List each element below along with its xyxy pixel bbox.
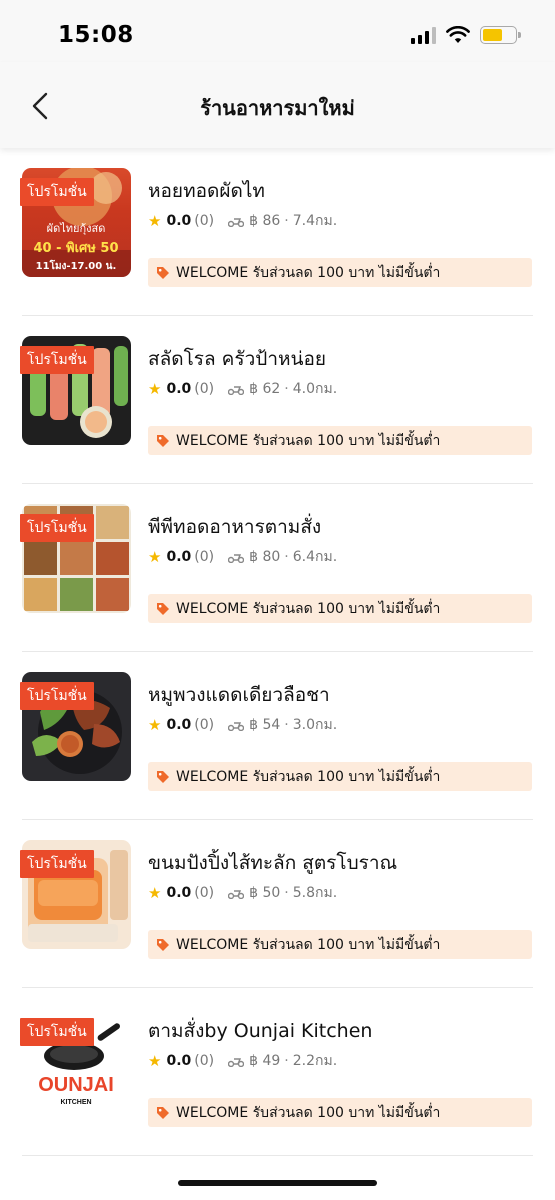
nav-header: ร้านอาหารมาใหม่ xyxy=(0,62,555,148)
star-icon: ★ xyxy=(148,1052,162,1070)
logo-text: OUNJAI xyxy=(38,1074,114,1096)
thumb-line-3: 11โมง-17.00 น. xyxy=(36,259,117,272)
restaurant-name: สลัดโรล ครัวป้าหน่อย xyxy=(148,348,327,370)
status-bar: 15:08 xyxy=(0,0,555,62)
rating: 0.0 xyxy=(166,885,192,901)
rating: 0.0 xyxy=(166,1053,192,1069)
coupon-tag-icon xyxy=(157,1106,169,1119)
delivery-fee: ฿ 86 xyxy=(249,213,281,229)
coupon-banner[interactable]: WELCOME รับส่วนลด 100 บาท ไม่มีขั้นต่ำ xyxy=(148,594,532,623)
distance: 5.8กม. xyxy=(292,885,338,901)
review-count: (0) xyxy=(194,549,215,565)
restaurant-card[interactable]: โปรโมชั่น สลัดโรล ครัวป้าหน่อย ★ 0.0 (0)… xyxy=(0,316,555,484)
delivery-fee: ฿ 49 xyxy=(249,1053,281,1069)
restaurant-card[interactable]: OUNJAI KITCHEN โปรโมชั่น ตามสั่งby Ounja… xyxy=(0,988,555,1156)
review-count: (0) xyxy=(194,717,215,733)
distance: 2.2กม. xyxy=(292,1053,338,1069)
thumb-line-1: ผัดไทยกุ้งสด xyxy=(47,222,106,235)
coupon-banner[interactable]: WELCOME รับส่วนลด 100 บาท ไม่มีขั้นต่ำ xyxy=(148,1098,532,1127)
restaurant-name: ขนมปังปิ้งไส้ทะลัก สูตรโบราณ xyxy=(148,852,398,874)
coupon-tag-icon xyxy=(157,434,169,447)
delivery-motorbike-icon xyxy=(228,1057,245,1067)
restaurant-meta: ★ 0.0 (0) ฿ 86 · 7.4กม. xyxy=(148,212,338,230)
review-count: (0) xyxy=(194,213,215,229)
distance: 7.4กม. xyxy=(292,213,338,229)
coupon-tag-icon xyxy=(157,938,169,951)
coupon-banner[interactable]: WELCOME รับส่วนลด 100 บาท ไม่มีขั้นต่ำ xyxy=(148,258,532,287)
delivery-motorbike-icon xyxy=(228,889,245,899)
review-count: (0) xyxy=(194,381,215,397)
coupon-text: WELCOME รับส่วนลด 100 บาท ไม่มีขั้นต่ำ xyxy=(176,264,441,281)
delivery-fee: ฿ 80 xyxy=(249,549,281,565)
delivery-fee: ฿ 50 xyxy=(249,885,281,901)
coupon-tag-icon xyxy=(157,266,169,279)
restaurant-card[interactable]: ผัดไทยกุ้งสด 40 - พิเศษ 50 11โมง-17.00 น… xyxy=(0,148,555,316)
status-time: 15:08 xyxy=(58,22,134,48)
coupon-text: WELCOME รับส่วนลด 100 บาท ไม่มีขั้นต่ำ xyxy=(176,936,441,953)
restaurant-meta: ★ 0.0 (0) ฿ 54 · 3.0กม. xyxy=(148,716,338,734)
promo-tag: โปรโมชั่น xyxy=(20,514,94,542)
wifi-icon xyxy=(446,26,470,44)
star-icon: ★ xyxy=(148,716,162,734)
coupon-tag-icon xyxy=(157,770,169,783)
review-count: (0) xyxy=(194,1053,215,1069)
restaurant-name: ตามสั่งby Ounjai Kitchen xyxy=(148,1020,373,1042)
restaurant-card[interactable]: โปรโมชั่น พีพีทอดอาหารตามสั่ง ★ 0.0 (0) … xyxy=(0,484,555,652)
page-title: ร้านอาหารมาใหม่ xyxy=(200,96,355,120)
restaurant-meta: ★ 0.0 (0) ฿ 62 · 4.0กม. xyxy=(148,380,338,398)
star-icon: ★ xyxy=(148,212,162,230)
rating: 0.0 xyxy=(166,381,192,397)
coupon-text: WELCOME รับส่วนลด 100 บาท ไม่มีขั้นต่ำ xyxy=(176,432,441,449)
restaurant-meta: ★ 0.0 (0) ฿ 80 · 6.4กม. xyxy=(148,548,338,566)
battery-icon xyxy=(480,26,521,44)
coupon-banner[interactable]: WELCOME รับส่วนลด 100 บาท ไม่มีขั้นต่ำ xyxy=(148,762,532,791)
star-icon: ★ xyxy=(148,884,162,902)
star-icon: ★ xyxy=(148,380,162,398)
restaurant-meta: ★ 0.0 (0) ฿ 49 · 2.2กม. xyxy=(148,1052,338,1070)
home-indicator[interactable] xyxy=(178,1180,377,1186)
restaurant-meta: ★ 0.0 (0) ฿ 50 · 5.8กม. xyxy=(148,884,338,902)
rating: 0.0 xyxy=(166,717,192,733)
promo-tag: โปรโมชั่น xyxy=(20,346,94,374)
star-icon: ★ xyxy=(148,548,162,566)
coupon-banner[interactable]: WELCOME รับส่วนลด 100 บาท ไม่มีขั้นต่ำ xyxy=(148,930,532,959)
coupon-text: WELCOME รับส่วนลด 100 บาท ไม่มีขั้นต่ำ xyxy=(176,600,441,617)
logo-subtext: KITCHEN xyxy=(60,1099,91,1106)
distance: 4.0กม. xyxy=(292,381,338,397)
distance: 3.0กม. xyxy=(292,717,338,733)
restaurant-card[interactable]: โปรโมชั่น ขนมปังปิ้งไส้ทะลัก สูตรโบราณ ★… xyxy=(0,820,555,988)
status-icons xyxy=(411,26,521,44)
coupon-banner[interactable]: WELCOME รับส่วนลด 100 บาท ไม่มีขั้นต่ำ xyxy=(148,426,532,455)
delivery-motorbike-icon xyxy=(228,553,245,563)
restaurant-list: ผัดไทยกุ้งสด 40 - พิเศษ 50 11โมง-17.00 น… xyxy=(0,148,555,1156)
distance: 6.4กม. xyxy=(292,549,338,565)
coupon-text: WELCOME รับส่วนลด 100 บาท ไม่มีขั้นต่ำ xyxy=(176,1104,441,1121)
restaurant-name: พีพีทอดอาหารตามสั่ง xyxy=(148,516,322,538)
coupon-text: WELCOME รับส่วนลด 100 บาท ไม่มีขั้นต่ำ xyxy=(176,768,441,785)
promo-tag: โปรโมชั่น xyxy=(20,178,94,206)
promo-tag: โปรโมชั่น xyxy=(20,850,94,878)
restaurant-card[interactable]: โปรโมชั่น หมูพวงแดดเดียวลือชา ★ 0.0 (0) … xyxy=(0,652,555,820)
rating: 0.0 xyxy=(166,213,192,229)
restaurant-name: หมูพวงแดดเดียวลือชา xyxy=(148,684,330,706)
divider xyxy=(22,1155,533,1156)
delivery-motorbike-icon xyxy=(228,217,245,227)
delivery-motorbike-icon xyxy=(228,721,245,731)
review-count: (0) xyxy=(194,885,215,901)
thumb-line-2: 40 - พิเศษ 50 xyxy=(34,241,119,256)
delivery-fee: ฿ 54 xyxy=(249,717,281,733)
cellular-signal-icon xyxy=(411,26,436,44)
coupon-tag-icon xyxy=(157,602,169,615)
promo-tag: โปรโมชั่น xyxy=(20,1018,94,1046)
rating: 0.0 xyxy=(166,549,192,565)
restaurant-name: หอยทอดผัดไท xyxy=(148,180,265,202)
delivery-fee: ฿ 62 xyxy=(249,381,281,397)
delivery-motorbike-icon xyxy=(228,385,245,395)
promo-tag: โปรโมชั่น xyxy=(20,682,94,710)
